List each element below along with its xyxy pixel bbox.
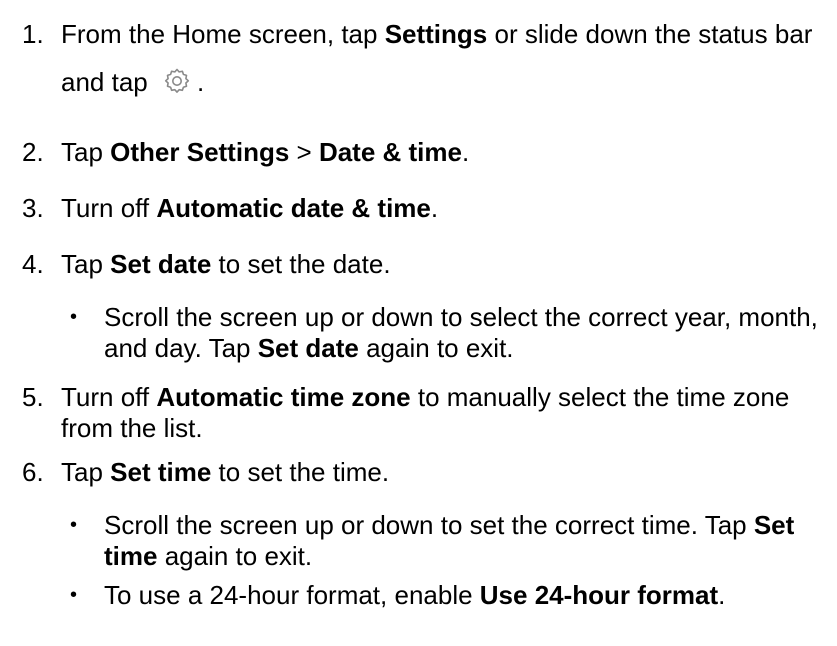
step-text: Tap Set date to set the date. [61,249,391,279]
automatic-date-time-term: Automatic date & time [156,193,431,223]
set-time-term: Set time [110,457,212,487]
step-number: 1. [22,19,44,49]
step-text: Turn off Automatic date & time. [61,193,439,223]
settings-term: Settings [384,19,488,49]
use-24-hour-format-term: Use 24-hour format [479,580,719,610]
bullet: • [70,306,78,328]
other-settings-term: Other Settings [110,137,290,167]
bullet: • [70,514,78,536]
step-text: From the Home screen, tap Settings or sl… [61,19,813,97]
step-number: 4. [22,249,44,279]
substep-text: Scroll the screen up or down to set the … [104,510,795,571]
substep-text: Scroll the screen up or down to select t… [104,302,818,363]
set-date-term: Set date [257,333,359,363]
step-number: 6. [22,457,44,487]
step-text: Tap Set time to set the time. [61,457,390,487]
instruction-list: 1. From the Home screen, tap Settings or… [0,0,837,646]
step-number: 3. [22,193,44,223]
substep-text: To use a 24-hour format, enable Use 24-h… [104,580,726,610]
automatic-time-zone-term: Automatic time zone [156,382,411,412]
gear-icon [164,68,190,93]
step-text: Turn off Automatic time zone to manually… [61,382,790,443]
step-text: Tap Other Settings > Date & time. [61,137,470,167]
bullet: • [70,584,78,606]
step-number: 2. [22,137,44,167]
set-date-term: Set date [110,249,212,279]
date-time-term: Date & time [318,137,462,167]
step-number: 5. [22,382,44,412]
